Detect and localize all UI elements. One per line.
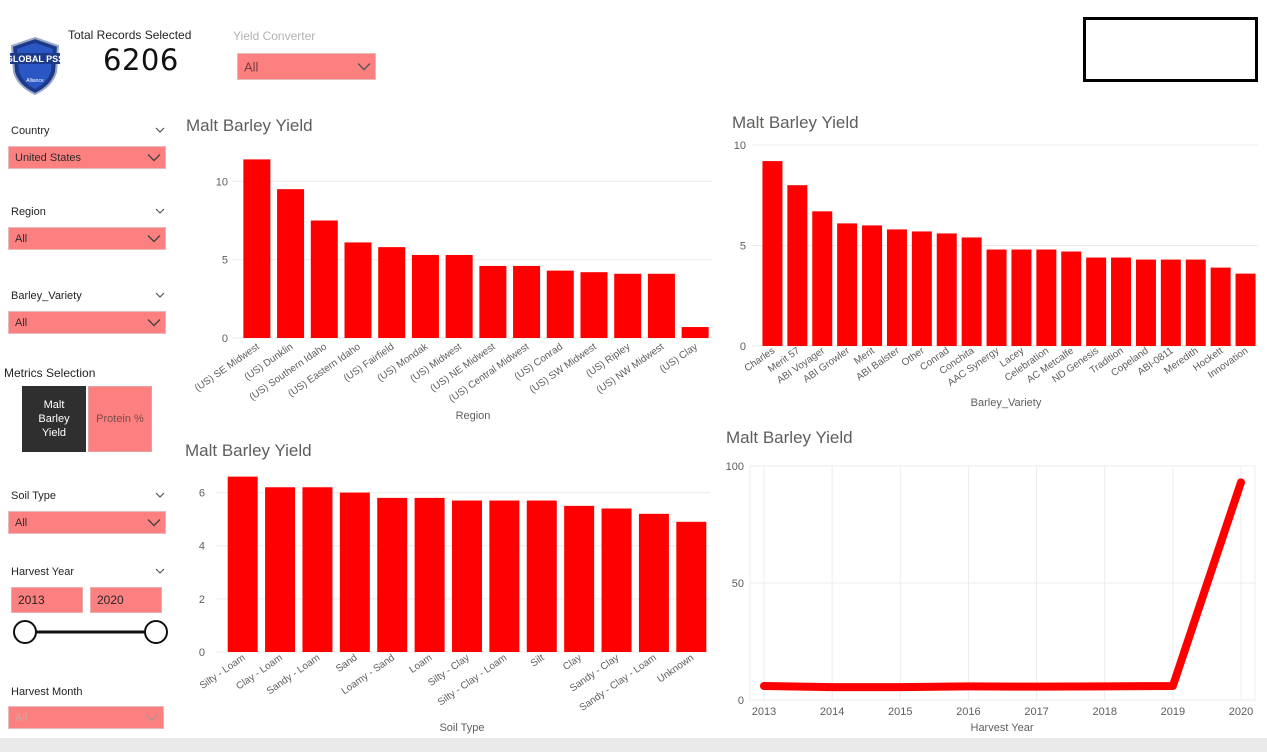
- bar: [601, 508, 632, 652]
- bar: [227, 476, 258, 652]
- bar: [414, 497, 445, 652]
- bar: [681, 327, 709, 338]
- bar: [762, 161, 783, 346]
- y-tick-label: 10: [216, 176, 228, 188]
- y-tick-label: 0: [740, 341, 746, 353]
- bar: [936, 233, 957, 346]
- bar: [310, 220, 338, 338]
- x-tick-label: Sand: [334, 652, 359, 674]
- x-tick-label: 2013: [752, 706, 776, 718]
- bar: [614, 273, 642, 338]
- bar: [526, 500, 557, 652]
- x-tick-label: (US) Clay: [658, 341, 700, 375]
- bar: [886, 229, 907, 346]
- x-tick-label: 2015: [888, 706, 912, 718]
- bar: [1135, 259, 1156, 346]
- bar: [339, 492, 370, 652]
- bar: [513, 265, 541, 338]
- line-point: [1238, 479, 1244, 486]
- x-axis-title: Soil Type: [439, 722, 484, 734]
- bar: [564, 505, 595, 652]
- line-point: [1169, 682, 1176, 689]
- y-tick-label: 0: [738, 695, 744, 707]
- x-tick-label: 2017: [1024, 706, 1048, 718]
- x-tick-label: Loam: [408, 652, 435, 675]
- series-line: [760, 478, 1245, 692]
- bar: [1036, 249, 1057, 346]
- bar: [277, 189, 305, 338]
- bar: [1011, 249, 1032, 346]
- bar: [1061, 251, 1082, 346]
- y-tick-label: 2: [199, 594, 205, 606]
- x-tick-label: 2018: [1092, 706, 1116, 718]
- x-tick-label: 2016: [956, 706, 980, 718]
- y-tick-label: 6: [199, 488, 205, 500]
- line-point: [1033, 683, 1040, 690]
- bar: [479, 265, 507, 338]
- x-axis-title: Region: [456, 410, 491, 422]
- bar: [862, 225, 883, 346]
- bar: [787, 185, 808, 346]
- x-axis-title: Barley_Variety: [971, 397, 1042, 409]
- x-tick-label: 2020: [1229, 706, 1253, 718]
- bar: [265, 487, 296, 652]
- bar: [378, 247, 406, 338]
- bar: [1086, 257, 1107, 346]
- line-point: [1101, 683, 1108, 690]
- y-tick-label: 5: [222, 255, 228, 267]
- x-axis-title: Harvest Year: [971, 722, 1034, 734]
- bar: [812, 211, 833, 346]
- y-tick-label: 0: [222, 333, 228, 345]
- bar: [377, 497, 408, 652]
- bar: [638, 513, 669, 652]
- bar: [961, 237, 982, 346]
- y-tick-label: 5: [740, 241, 746, 253]
- bar: [1235, 273, 1256, 346]
- x-tick-label: Unknown: [656, 652, 696, 685]
- y-tick-label: 100: [726, 461, 744, 473]
- line-point: [965, 683, 972, 690]
- x-tick-label: Clay: [561, 652, 584, 672]
- bar: [344, 242, 372, 338]
- y-tick-label: 50: [732, 578, 744, 590]
- x-tick-label: Silty - Clay - Loam: [436, 652, 509, 708]
- y-tick-label: 10: [734, 140, 746, 152]
- line-point: [897, 684, 904, 691]
- bar: [647, 273, 675, 338]
- bar: [1160, 259, 1181, 346]
- bar: [1111, 257, 1132, 346]
- bar: [911, 231, 932, 346]
- bar: [445, 254, 473, 338]
- bar: [302, 487, 333, 652]
- line-point: [829, 684, 836, 691]
- bar: [1210, 267, 1231, 346]
- bar: [986, 249, 1007, 346]
- bar: [452, 500, 482, 652]
- bar: [489, 500, 520, 652]
- bar: [243, 159, 271, 338]
- x-tick-label: 2019: [1161, 706, 1185, 718]
- bottom-strip: [0, 738, 1267, 752]
- bar: [837, 223, 858, 346]
- bar: [580, 272, 608, 338]
- line-point: [761, 682, 767, 689]
- x-tick-label: Silt: [529, 652, 547, 669]
- y-tick-label: 0: [199, 647, 205, 659]
- y-tick-label: 4: [199, 541, 205, 553]
- x-tick-label: 2014: [820, 706, 844, 718]
- bar: [1185, 259, 1206, 346]
- bar: [546, 270, 574, 338]
- charts-layer: 0510(US) SE Midwest(US) Dunklin(US) Sout…: [193, 140, 1258, 734]
- bar: [411, 254, 439, 338]
- bar: [676, 521, 707, 652]
